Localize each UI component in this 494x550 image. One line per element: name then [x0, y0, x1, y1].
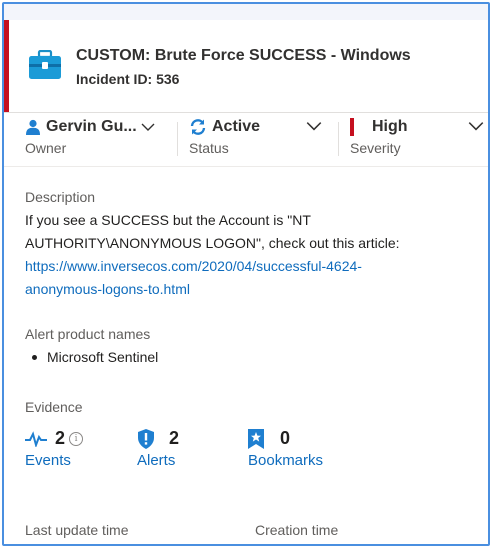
alert-product-name: Microsoft Sentinel: [47, 349, 159, 365]
bookmarks-count: 0: [280, 428, 291, 448]
incident-meta-row: Gervin Gu... Owner Active Status High Se…: [4, 114, 488, 164]
owner-value: Gervin Gu...: [46, 118, 137, 135]
description-line: If you see a SUCCESS but the Account is …: [25, 212, 311, 228]
bullet-dot: [32, 354, 37, 360]
evidence-events[interactable]: 2 i Events: [25, 428, 84, 469]
info-icon[interactable]: i: [69, 431, 84, 446]
status-value: Active: [212, 118, 261, 135]
panel-top-strip: [4, 4, 488, 20]
evidence-alerts[interactable]: 2 Alerts: [137, 428, 179, 469]
chevron-down-icon: [306, 122, 322, 131]
refresh-icon: [190, 119, 206, 135]
owner-label: Owner: [25, 140, 67, 156]
events-count: 2: [55, 428, 66, 448]
description-line: AUTHORITY\ANONYMOUS LOGON", check out th…: [25, 235, 400, 251]
description-label: Description: [25, 189, 96, 205]
status-dropdown[interactable]: Active Status: [189, 114, 334, 162]
activity-pulse-icon: [25, 430, 47, 447]
alert-products-label: Alert product names: [25, 326, 151, 342]
events-link[interactable]: Events: [25, 452, 83, 469]
chevron-down-icon: [141, 123, 155, 131]
severity-dropdown[interactable]: High Severity: [350, 114, 486, 162]
last-update-label: Last update time: [25, 522, 129, 538]
severity-indicator: [350, 118, 354, 136]
person-icon: [26, 119, 40, 135]
alerts-link[interactable]: Alerts: [137, 452, 179, 469]
bookmark-star-icon: [248, 428, 264, 449]
meta-separator: [338, 122, 339, 156]
description-text: If you see a SUCCESS but the Account is …: [25, 209, 400, 301]
briefcase-icon: [29, 50, 61, 79]
content-separator: [4, 166, 488, 167]
severity-label: Severity: [350, 140, 401, 156]
description-link-line: anonymous-logons-to.html: [25, 281, 190, 297]
creation-time-label: Creation time: [255, 522, 339, 538]
severity-value: High: [372, 118, 408, 135]
owner-dropdown[interactable]: Gervin Gu... Owner: [25, 114, 165, 162]
incident-header: CUSTOM: Brute Force SUCCESS - Windows In…: [4, 20, 488, 112]
bookmarks-link[interactable]: Bookmarks: [248, 452, 323, 469]
list-item: Microsoft Sentinel: [32, 349, 158, 365]
description-link-line: https://www.inversecos.com/2020/04/succe…: [25, 258, 362, 274]
incident-panel: CUSTOM: Brute Force SUCCESS - Windows In…: [2, 2, 490, 546]
shield-alert-icon: [138, 428, 154, 449]
alerts-count: 2: [169, 428, 180, 448]
status-label: Status: [189, 140, 229, 156]
evidence-label: Evidence: [25, 399, 83, 415]
evidence-bookmarks[interactable]: 0 Bookmarks: [248, 428, 323, 469]
chevron-down-icon: [468, 122, 484, 131]
header-divider: [4, 112, 488, 113]
incident-title: CUSTOM: Brute Force SUCCESS - Windows: [76, 47, 411, 64]
description-link[interactable]: https://www.inversecos.com/2020/04/succe…: [25, 255, 400, 301]
incident-id: Incident ID: 536: [76, 71, 180, 87]
meta-separator: [177, 122, 178, 156]
